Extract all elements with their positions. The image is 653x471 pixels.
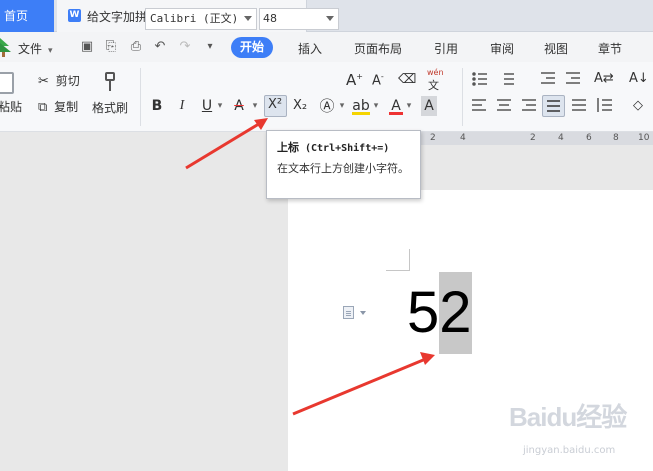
redo-icon[interactable]: ↷: [178, 40, 192, 54]
pinyin-guide-button[interactable]: wén 文: [425, 68, 449, 92]
document-text-normal: 5: [407, 280, 440, 345]
word-doc-icon: W: [68, 9, 81, 22]
copy-label: 复制: [54, 100, 79, 114]
chevron-down-icon[interactable]: ▾: [251, 96, 259, 116]
watermark-logo: Baidu经验: [509, 402, 627, 432]
char-shading-icon[interactable]: A: [421, 96, 437, 116]
copy-icon: ⧉: [38, 100, 48, 115]
ribbon-separator: [462, 68, 463, 126]
superscript-tooltip: 上标 (Ctrl+Shift+=) 在文本行上方创建小字符。: [266, 130, 421, 199]
strikethrough-button[interactable]: A: [232, 96, 246, 116]
export-icon[interactable]: ⎘: [104, 40, 118, 54]
font-name-value: Calibri (正文): [150, 12, 239, 25]
menu-tab-review[interactable]: 审阅: [490, 40, 514, 57]
format-painter-button[interactable]: 格式刷: [92, 70, 132, 116]
menu-tab-insert[interactable]: 插入: [298, 40, 322, 57]
chevron-down-icon[interactable]: ▾: [372, 96, 380, 116]
text-effect-icon[interactable]: Ⓐ: [319, 96, 335, 116]
margin-corner-mark: [386, 270, 410, 271]
justify-button[interactable]: [542, 95, 565, 117]
brush-icon: [102, 72, 118, 92]
chevron-down-icon: [244, 16, 252, 21]
bold-button[interactable]: B: [150, 96, 164, 116]
format-painter-label: 格式刷: [92, 101, 129, 115]
more-icon[interactable]: ▾: [203, 40, 217, 54]
paste-button[interactable]: 粘贴: [0, 70, 22, 115]
sort-icon[interactable]: A↓: [629, 71, 649, 86]
chevron-down-icon[interactable]: ▾: [338, 96, 346, 116]
document-text[interactable]: 52: [407, 272, 472, 354]
menu-tab-section[interactable]: 章节: [598, 40, 622, 57]
ruler-tick: 6: [586, 133, 592, 143]
ruler-tick: 2: [530, 133, 536, 143]
margin-corner-mark: [409, 249, 410, 270]
font-size-select[interactable]: 48: [259, 8, 339, 30]
cut-label: 剪切: [55, 74, 80, 88]
ribbon-separator: [140, 68, 141, 126]
ruler-tick: 8: [613, 133, 619, 143]
chevron-down-icon[interactable]: ▾: [216, 96, 224, 116]
font-color-icon[interactable]: A: [389, 96, 403, 115]
menu-tab-view[interactable]: 视图: [544, 40, 568, 57]
shrink-font-icon[interactable]: A-: [372, 72, 384, 88]
menu-tab-references[interactable]: 引用: [434, 40, 458, 57]
ruler-tick: 4: [558, 133, 564, 143]
watermark: Baidu经验 jingyan.baidu.com: [505, 393, 653, 471]
ruler-tick: 10: [638, 133, 650, 143]
tooltip-description: 在文本行上方创建小字符。: [277, 162, 409, 175]
chevron-down-icon: ▾: [48, 46, 53, 56]
chevron-down-icon: [326, 16, 334, 21]
pinyin-label: wén: [427, 68, 444, 77]
font-size-value: 48: [263, 12, 277, 25]
scissors-icon: ✂: [38, 74, 49, 89]
align-justify-icon: [547, 100, 560, 112]
superscript-icon: X²: [268, 97, 283, 112]
horizontal-ruler: 2 4 2 4 6 8 10: [420, 132, 653, 145]
print-icon[interactable]: ⎙: [129, 40, 143, 54]
watermark-url: jingyan.baidu.com: [523, 445, 616, 456]
grow-font-icon[interactable]: A+: [346, 71, 363, 89]
pinyin-icon: 文: [428, 79, 439, 92]
paste-label: 粘贴: [0, 100, 23, 114]
cut-button[interactable]: ✂ 剪切: [38, 72, 80, 89]
undo-icon[interactable]: ↶: [153, 40, 167, 54]
ruler-tick: 2: [430, 133, 436, 143]
copy-button[interactable]: ⧉ 复制: [38, 98, 78, 115]
chevron-down-icon[interactable]: [360, 311, 366, 315]
ruler-tick: 4: [460, 133, 466, 143]
document-text-selected[interactable]: 2: [439, 272, 472, 354]
tree-icon: [0, 38, 11, 57]
tooltip-shortcut: (Ctrl+Shift+=): [305, 143, 390, 154]
tooltip-title: 上标: [277, 141, 299, 154]
file-menu[interactable]: 文件 ▾: [18, 40, 53, 57]
font-name-select[interactable]: Calibri (正文): [145, 8, 257, 30]
chevron-down-icon[interactable]: ▾: [405, 96, 413, 116]
clear-format-icon[interactable]: ⌫: [398, 72, 416, 87]
subscript-button[interactable]: X₂: [291, 96, 309, 116]
text-direction-icon[interactable]: A⇄: [594, 71, 614, 86]
italic-button[interactable]: I: [176, 96, 188, 116]
highlight-icon[interactable]: ab: [352, 96, 370, 115]
save-icon[interactable]: ▣: [80, 40, 94, 54]
file-menu-label: 文件: [18, 42, 43, 56]
shading-icon[interactable]: ◇: [633, 98, 643, 113]
menu-tab-page-layout[interactable]: 页面布局: [354, 40, 402, 57]
paste-icon: [0, 72, 14, 94]
tab-home[interactable]: 首页: [0, 0, 54, 32]
paragraph-layout-icon[interactable]: [343, 306, 354, 319]
menu-tab-home[interactable]: 开始: [231, 37, 274, 58]
underline-button[interactable]: U: [200, 96, 214, 116]
superscript-button[interactable]: X²: [264, 95, 287, 117]
menu-bar: 文件 ▾ ▣ ⎘ ⎙ ↶ ↷ ▾ 开始 插入 页面布局 引用 审阅 视图 章节: [0, 32, 653, 62]
